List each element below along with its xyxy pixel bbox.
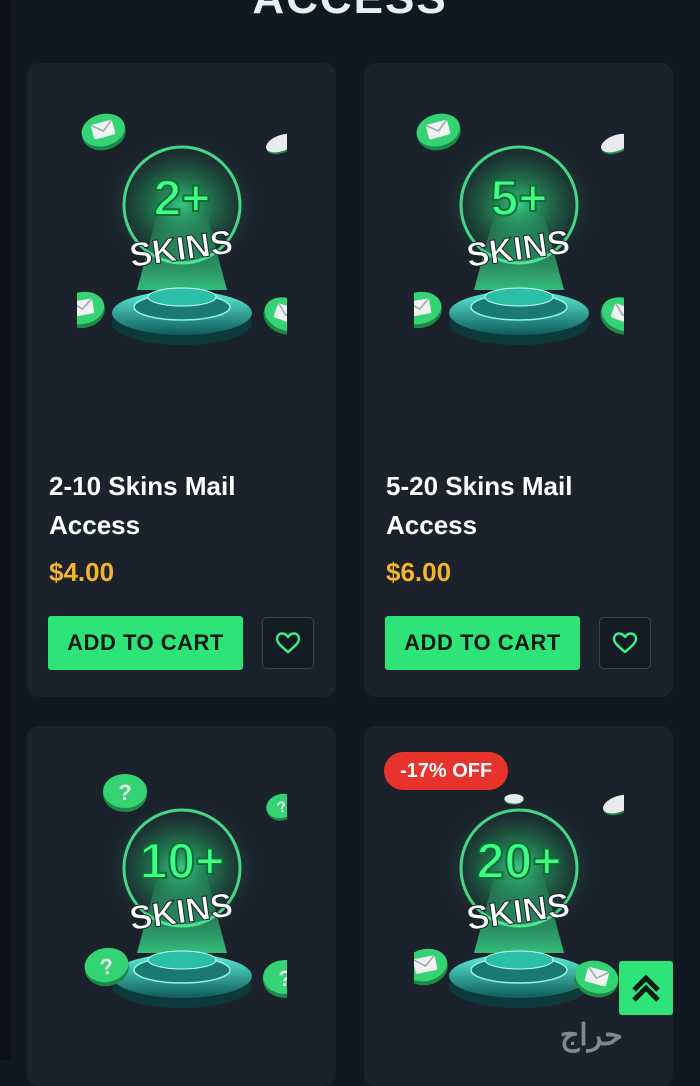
mail-coin-icon [257,290,287,342]
coin-icon [504,794,524,805]
product-card[interactable]: 2+ SKINS 2-10 Skins Mail Access $4.00 AD… [27,63,336,697]
mail-coin-icon [77,108,131,156]
watermark: حراج [560,1019,623,1052]
coin-icon [263,130,287,158]
heart-icon [612,632,638,654]
product-image[interactable]: 20+ SKINS [414,748,624,1028]
chevron-up-icon [632,974,660,1002]
skins-number: 5+ [490,170,547,226]
product-card[interactable]: 20+ SKINS -17% OFF [364,726,673,1086]
coin-icon [600,791,624,819]
product-title[interactable]: 2-10 Skins Mail Access [49,467,319,545]
discount-badge: -17% OFF [384,752,509,790]
mail-coin-icon [414,287,446,333]
product-card[interactable]: 10+ SKINS [27,726,336,1086]
skins-number: 10+ [140,833,225,889]
add-to-cart-button[interactable]: ADD TO CART [385,616,580,670]
mail-coin-icon [594,290,624,342]
wishlist-button[interactable] [262,617,314,669]
product-price: $6.00 [386,557,452,587]
question-coin-icon [263,790,287,825]
skins-number: 20+ [477,833,562,889]
heart-icon [275,632,301,654]
page-left-edge [0,0,10,1060]
product-price: $4.00 [49,557,115,587]
product-image[interactable]: 2+ SKINS [77,85,287,365]
mail-coin-icon [414,108,466,156]
product-image[interactable]: 5+ SKINS [414,85,624,365]
mail-coin-icon [77,287,109,333]
wishlist-button[interactable] [599,617,651,669]
coin-icon [598,130,624,158]
product-card[interactable]: 5+ SKINS 5-20 Skins Mail Access $6.00 AD… [364,63,673,697]
mail-coin-icon [414,944,452,990]
product-title[interactable]: 5-20 Skins Mail Access [386,467,656,545]
add-to-cart-button[interactable]: ADD TO CART [48,616,243,670]
section-heading: ACCESS [0,0,700,24]
scroll-to-top-button[interactable] [619,961,673,1015]
skins-number: 2+ [153,170,210,226]
question-coin-icon [263,960,287,998]
question-coin-icon [103,774,147,812]
product-image[interactable]: 10+ SKINS [77,748,287,1028]
